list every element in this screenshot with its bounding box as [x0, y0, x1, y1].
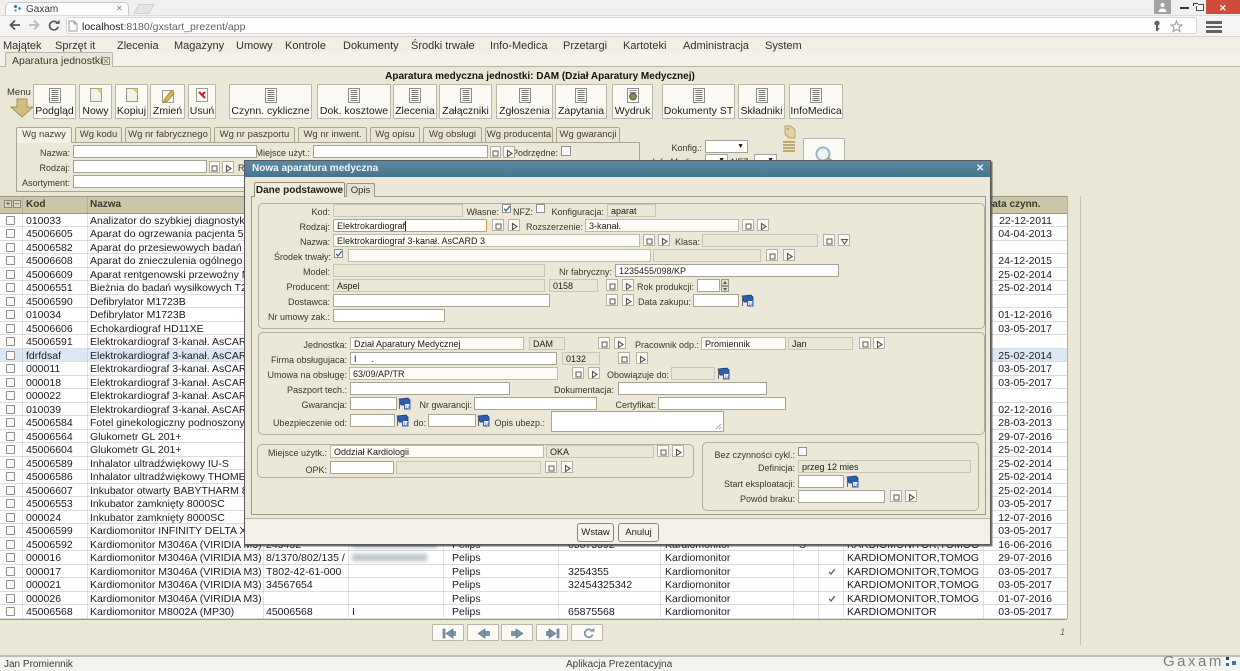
svg-text:14: 14 — [853, 482, 859, 487]
svg-text:14: 14 — [724, 374, 730, 379]
svg-text:14: 14 — [748, 301, 754, 306]
